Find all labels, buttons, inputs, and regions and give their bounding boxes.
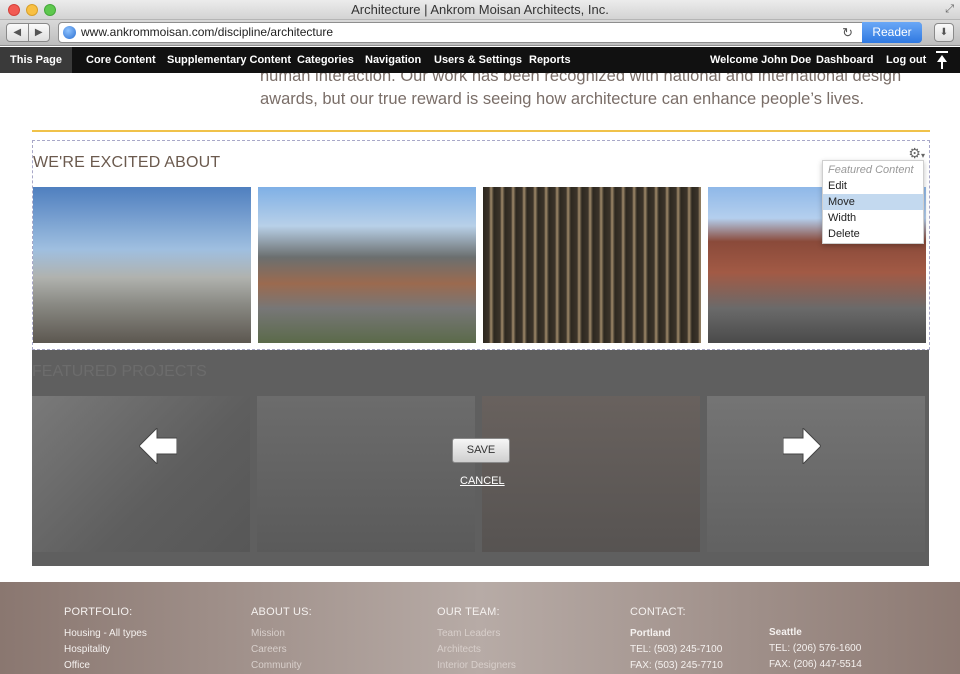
move-left-arrow-icon[interactable] [139,428,177,464]
featured-image-3 [482,396,700,552]
menu-item-edit[interactable]: Edit [823,178,923,194]
contact-city: Seattle [769,627,802,638]
menu-users-settings[interactable]: Users & Settings [434,47,522,73]
back-arrow-icon[interactable]: ◀ [7,24,29,41]
featured-content-menu: Featured Content Edit Move Width Delete [822,160,924,244]
menu-categories[interactable]: Categories [297,47,354,73]
section-divider [32,130,930,132]
contact-fax: FAX: (206) 447-5514 [769,659,862,670]
footer-link[interactable]: Community [251,658,312,674]
footer-link[interactable]: Hospitality [64,642,147,658]
menu-reports[interactable]: Reports [529,47,571,73]
contact-tel: TEL: (206) 576-1600 [769,643,862,654]
footer-link[interactable]: Interior Designers [437,658,516,674]
contact-tel: TEL: (503) 245-7100 [630,644,723,655]
footer-link[interactable]: Office [64,658,147,674]
footer-link[interactable]: Team Leaders [437,626,516,642]
dashboard-link[interactable]: Dashboard [816,47,873,73]
footer-contact-seattle: Seattle TEL: (206) 576-1600 FAX: (206) 4… [769,625,862,673]
window-title: Architecture | Ankrom Moisan Architects,… [351,2,609,17]
globe-icon [63,26,76,39]
featured-title: FEATURED PROJECTS [32,363,207,380]
footer-heading: CONTACT: [630,606,686,618]
reload-icon[interactable]: ↻ [842,23,853,42]
intro-paragraph: human interaction. Our work has been rec… [260,73,902,108]
menu-title: Featured Content [828,164,914,176]
cancel-link[interactable]: CANCEL [460,475,505,487]
reader-button[interactable]: Reader [862,22,922,43]
footer-portfolio: PORTFOLIO: Housing - All types Hospitali… [64,606,147,674]
footer-link[interactable]: Mission [251,626,312,642]
footer-link[interactable]: Careers [251,642,312,658]
menu-item-delete[interactable]: Delete [823,226,923,242]
move-right-arrow-icon[interactable] [783,428,821,464]
site-footer: PORTFOLIO: Housing - All types Hospitali… [0,582,960,674]
url-text[interactable]: www.ankrommoisan.com/discipline/architec… [81,23,333,42]
contact-city: Portland [630,628,671,639]
footer-heading: ABOUT US: [251,606,312,618]
featured-image-1 [32,396,250,552]
footer-link[interactable]: Housing - All types [64,626,147,642]
window-titlebar: Architecture | Ankrom Moisan Architects,… [0,0,960,20]
admin-bar: This Page Core Content Supplementary Con… [0,47,960,73]
footer-link[interactable]: Architects [437,642,516,658]
menu-item-move[interactable]: Move [823,194,923,210]
fullscreen-icon[interactable]: ⤢ [945,3,954,16]
logout-link[interactable]: Log out [886,47,926,73]
menu-supplementary-content[interactable]: Supplementary Content [167,47,291,73]
excited-image-2[interactable] [258,187,476,343]
footer-contact: CONTACT: Portland TEL: (503) 245-7100 FA… [630,606,723,674]
history-buttons: ◀ ▶ [6,23,50,42]
excited-title: WE'RE EXCITED ABOUT [33,154,221,171]
downloads-icon[interactable]: ⬇ [934,23,954,42]
browser-toolbar: ◀ ▶ www.ankrommoisan.com/discipline/arch… [0,20,960,46]
collapse-bar-icon[interactable] [936,51,948,69]
footer-team: OUR TEAM: Team Leaders Architects Interi… [437,606,516,674]
intro-clip: human interaction. Our work has been rec… [0,73,960,133]
menu-core-content[interactable]: Core Content [86,47,156,73]
featured-image-2 [257,396,475,552]
contact-fax: FAX: (503) 245-7710 [630,660,723,671]
forward-arrow-icon[interactable]: ▶ [29,24,50,41]
excited-image-1[interactable] [33,187,251,343]
menu-navigation[interactable]: Navigation [365,47,421,73]
excited-image-3[interactable] [483,187,701,343]
this-page-tab[interactable]: This Page [0,47,72,73]
save-button[interactable]: SAVE [452,438,510,463]
footer-heading: PORTFOLIO: [64,606,133,618]
address-bar[interactable]: www.ankrommoisan.com/discipline/architec… [58,22,922,43]
footer-heading: OUR TEAM: [437,606,500,618]
featured-image-4 [707,396,925,552]
featured-projects-overlay: FEATURED PROJECTS SAVE CANCEL [32,350,929,566]
welcome-text: Welcome John Doe [710,54,812,66]
excited-about-block[interactable]: WE'RE EXCITED ABOUT ⚙▾ [32,140,930,350]
menu-item-width[interactable]: Width [823,210,923,226]
footer-about: ABOUT US: Mission Careers Community [251,606,312,674]
